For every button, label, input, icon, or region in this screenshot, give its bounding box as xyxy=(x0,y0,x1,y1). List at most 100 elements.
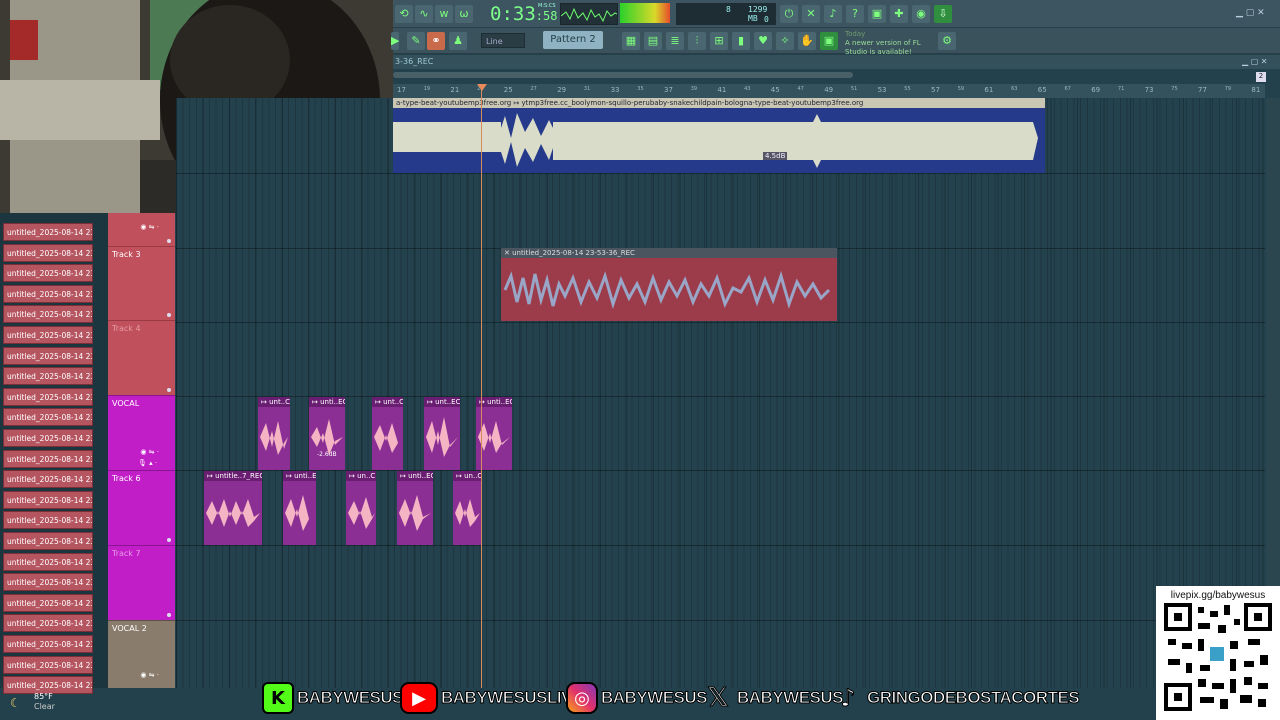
vertical-scrollbar[interactable] xyxy=(1266,98,1280,588)
download-icon[interactable]: ⇩ xyxy=(934,5,952,23)
window-controls[interactable]: ▁ ▢ ✕ xyxy=(1236,8,1265,18)
news-icon[interactable]: ▣ xyxy=(820,32,838,50)
reset-icon[interactable]: ⏻ xyxy=(780,5,798,23)
file-item[interactable]: untitled_2025-08-14 23-... xyxy=(3,243,93,262)
wait-icon[interactable]: w xyxy=(435,5,453,23)
file-item[interactable]: untitled_2025-08-14 23-... xyxy=(3,305,93,324)
file-item[interactable]: untitled_2025-08-14 23-... xyxy=(3,655,93,674)
save-icon[interactable]: ▣ xyxy=(868,5,886,23)
metronome-icon[interactable]: ∿ xyxy=(415,5,433,23)
news-date: Today xyxy=(845,30,866,38)
track6-clip-label: ↦ untitle..7_REC xyxy=(204,471,262,481)
ruler-number: 17 xyxy=(397,86,406,94)
plugin-db-icon[interactable]: ▮ xyxy=(732,32,750,50)
rec-clip[interactable]: ✕ untitled_2025-08-14 23-53-36_REC xyxy=(501,248,837,321)
ruler-number: 33 xyxy=(610,86,620,94)
track-dot-icon xyxy=(167,538,171,542)
pattern-selector[interactable]: Pattern 2 xyxy=(543,31,603,49)
instagram-icon: ◎ xyxy=(566,682,598,714)
tool-icon[interactable]: ✧ xyxy=(776,32,794,50)
play-icon[interactable]: ▶ xyxy=(391,32,399,50)
file-item[interactable]: untitled_2025-08-14 23-... xyxy=(3,326,93,344)
track6-clip-3[interactable]: ↦ un..C xyxy=(346,471,376,545)
stamp-icon[interactable]: ♟ xyxy=(449,32,467,50)
beat-clip[interactable]: a-type-beat-youtubemp3free.org ↦ ytmp3fr… xyxy=(393,98,1045,173)
file-item[interactable]: untitled_2025-08-14 23-... xyxy=(3,532,93,550)
file-item[interactable]: untitled_2025-08-14 23-... xyxy=(3,490,93,509)
track-header-6[interactable]: Track 6 xyxy=(108,470,175,545)
track-header-2[interactable]: ◉ ⇋ · xyxy=(108,213,175,246)
vocal-clip-3[interactable]: ↦ unt..C xyxy=(372,397,403,470)
track6-clip-4[interactable]: ↦ unti..EC xyxy=(397,471,433,545)
track6-clip-5[interactable]: ↦ un..C xyxy=(453,471,482,545)
mixer-view-icon[interactable]: ≣ xyxy=(666,32,684,50)
file-item[interactable]: untitled_2025-08-14 23-... xyxy=(3,284,93,303)
track-header-3[interactable]: Track 3 xyxy=(108,246,175,320)
plugin-icon[interactable]: ✚ xyxy=(890,5,908,23)
ruler-number: 21 xyxy=(450,86,460,94)
loop-record-icon[interactable]: ω xyxy=(455,5,473,23)
horizontal-scrollbar[interactable] xyxy=(393,72,853,78)
help-icon[interactable]: ? xyxy=(846,5,864,23)
file-item[interactable]: untitled_2025-08-14 23-... xyxy=(3,470,93,489)
qr-url: livepix.gg/babywesus xyxy=(1170,590,1266,601)
file-item[interactable]: untitled_2025-08-14 23-... xyxy=(3,387,93,406)
file-item[interactable]: untitled_2025-08-14 23-... xyxy=(3,449,93,468)
youtube-handle: BABYWESUSLIVE xyxy=(441,688,584,708)
news-panel[interactable]: Today A newer version of FL Studio is av… xyxy=(845,30,940,56)
snap-select[interactable]: Line xyxy=(481,33,525,48)
file-item[interactable]: untitled_2025-08-14 23-... xyxy=(3,573,93,592)
chat-icon[interactable]: ◉ xyxy=(912,5,930,23)
file-item[interactable]: untitled_2025-08-14 23-... xyxy=(3,552,93,571)
playlist-window-controls[interactable]: ▁ ▢ ✕ xyxy=(1242,57,1268,66)
rec-waveform xyxy=(503,270,831,310)
piano-roll-icon[interactable]: ▦ xyxy=(622,32,640,50)
file-item[interactable]: untitled_2025-08-14 23-... xyxy=(3,614,93,633)
mic-input-icon[interactable]: ♥ xyxy=(754,32,772,50)
track-header-4[interactable]: Track 4 xyxy=(108,320,175,395)
hand-icon[interactable]: ✋ xyxy=(798,32,816,50)
file-item[interactable]: untitled_2025-08-14 23-... xyxy=(3,511,93,530)
browser-icon[interactable]: ⊞ xyxy=(710,32,728,50)
track-controls-icon[interactable]: ◉ ⇋ · xyxy=(140,223,159,231)
mixer-icon[interactable]: ✕ xyxy=(802,5,820,23)
master-meter xyxy=(620,3,670,23)
vocal-clip-2[interactable]: ↦ unti..EC -2.6dB xyxy=(309,397,345,470)
track-dot-icon xyxy=(167,388,171,392)
playhead[interactable] xyxy=(481,86,482,688)
vocal-clip-1[interactable]: ↦ unt..C xyxy=(258,397,290,470)
social-kick: K BABYWESUS xyxy=(262,682,404,714)
social-youtube: ▶ BABYWESUSLIVE xyxy=(400,682,584,714)
file-item[interactable]: untitled_2025-08-14 23-... xyxy=(3,223,93,241)
file-item[interactable]: untitled_2025-08-14 23-... xyxy=(3,264,93,283)
timeline-ruler[interactable]: 1719212325272931333537394143454749515355… xyxy=(393,84,1265,98)
ruler-number: 53 xyxy=(877,86,887,94)
mic-icon[interactable]: ♪ xyxy=(824,5,842,23)
playlist-grid[interactable] xyxy=(176,98,1265,688)
ruler-number: 25 xyxy=(503,86,513,94)
vocal-clip-4[interactable]: ↦ unt..EC xyxy=(424,397,460,470)
pencil-icon[interactable]: ✎ xyxy=(407,32,425,50)
file-item[interactable]: untitled_2025-08-14 23-... xyxy=(3,408,93,427)
zoom-box[interactable]: 2 xyxy=(1256,72,1266,82)
track-dot-icon xyxy=(167,613,171,617)
mic-icon[interactable]: 🎙 ▴ · xyxy=(138,459,159,467)
track-controls-icon[interactable]: ◉ ⇋ · xyxy=(140,448,159,456)
track-header-7[interactable]: Track 7 xyxy=(108,545,175,620)
link-icon[interactable]: ⚭ xyxy=(427,32,445,50)
track6-clip-2[interactable]: ↦ unti..EC xyxy=(283,471,316,545)
file-item[interactable]: untitled_2025-08-14 23-... xyxy=(3,593,93,612)
ruler-number: 39 xyxy=(690,86,698,92)
file-item[interactable]: untitled_2025-08-14 23-... xyxy=(3,367,93,386)
track6-clip-1[interactable]: ↦ untitle..7_REC xyxy=(204,471,262,545)
update-icon[interactable]: ⚙ xyxy=(938,32,956,50)
playlist-icon[interactable]: ▤ xyxy=(644,32,662,50)
weather-temp: 85°F xyxy=(34,692,53,701)
channel-rack-icon[interactable]: ⫶ xyxy=(688,32,706,50)
record-icon[interactable]: ⟲ xyxy=(395,5,413,23)
file-item[interactable]: untitled_2025-08-14 23-... xyxy=(3,346,93,365)
file-item[interactable]: untitled_2025-08-14 23-... xyxy=(3,635,93,653)
track-header-vocal[interactable]: VOCAL ◉ ⇋ · 🎙 ▴ · xyxy=(108,395,175,470)
file-item[interactable]: untitled_2025-08-14 23-... xyxy=(3,429,93,447)
playhead-marker-icon[interactable] xyxy=(477,84,487,91)
